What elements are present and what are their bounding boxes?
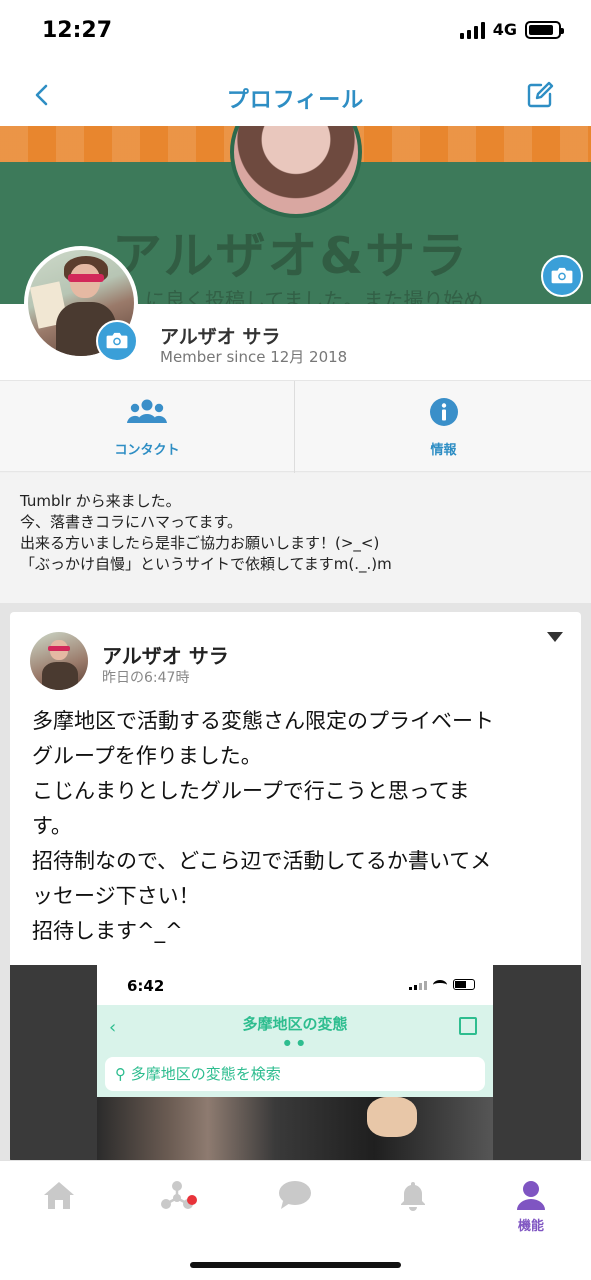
post-text-line: す。: [32, 814, 72, 838]
contacts-icon: [127, 399, 167, 423]
home-icon: [44, 1182, 74, 1209]
cover-subtitle-text: に良く投稿してました。また撮り始め: [145, 288, 484, 304]
contacts-button[interactable]: コンタクト: [0, 381, 295, 473]
embedded-edit-icon: [459, 1017, 477, 1035]
bio-line: 「ぶっかけ自慢」というサイトで依頼してますm(._.)m: [20, 555, 392, 573]
embedded-title: 多摩地区の変態: [242, 1015, 348, 1033]
status-time: 12:27: [42, 18, 113, 43]
home-indicator[interactable]: [190, 1262, 401, 1268]
battery-icon: [525, 20, 564, 39]
avatar-camera-button[interactable]: [96, 320, 138, 362]
camera-icon: [551, 267, 573, 284]
page-title: プロフィール: [226, 88, 365, 113]
status-bar: 12:27 4G: [0, 0, 591, 64]
camera-icon: [106, 332, 128, 349]
post-text-line: 招待制なので、どこら辺で活動してるか書いてメ: [32, 849, 492, 873]
bio-line: 今、落書きコラにハマってます。: [20, 513, 243, 531]
contacts-label: コンタクト: [114, 443, 180, 458]
user-icon: [517, 1181, 545, 1210]
nav-bar: プロフィール: [0, 64, 591, 126]
network-type: 4G: [492, 20, 517, 39]
cover-portrait: [230, 126, 362, 218]
post-text-line: 招待します^_^: [32, 919, 183, 943]
cover-title-text: アルザオ&サラ: [112, 227, 470, 285]
notification-badge: [187, 1195, 197, 1205]
post-text-line: ッセージ下さい！: [32, 884, 200, 908]
tab-notifications[interactable]: [354, 1179, 472, 1239]
cover-camera-button[interactable]: [541, 255, 583, 297]
edit-icon[interactable]: [525, 80, 555, 110]
bio-line: Tumblr から来ました。: [20, 492, 181, 510]
profile-bio: Tumblr から来ました。 今、落書きコラにハマってます。 出来る方いましたら…: [0, 473, 591, 603]
profile-actions: コンタクト 情報: [0, 380, 591, 473]
member-since: Member since 12月 2018: [160, 348, 348, 366]
post-card[interactable]: アルザオ サラ 昨日の6:47時 多摩地区で活動する変態さん限定のプライベート …: [10, 612, 581, 1163]
signal-icon: [459, 21, 485, 39]
post-author-name[interactable]: アルザオ サラ: [102, 640, 229, 669]
embedded-search-placeholder: 多摩地区の変態を検索: [130, 1065, 281, 1083]
info-icon: [429, 398, 458, 426]
post-timestamp: 昨日の6:47時: [102, 670, 190, 686]
post-text-line: 多摩地区で活動する変態さん限定のプライベート: [32, 709, 494, 733]
tab-chat[interactable]: [236, 1179, 354, 1239]
bell-icon: [401, 1182, 425, 1211]
embedded-screenshot: 6:42 ‹ 多摩地区の変態 ● ● ⚲ 多摩地区の変態を検索: [97, 965, 493, 1163]
profile-name: アルザオ サラ: [160, 326, 281, 348]
embedded-status-time: 6:42: [127, 977, 165, 995]
post-image[interactable]: 6:42 ‹ 多摩地区の変態 ● ● ⚲ 多摩地区の変態を検索: [10, 965, 581, 1163]
tab-features-label: 機能: [517, 1219, 544, 1234]
tab-home[interactable]: [0, 1179, 118, 1239]
post-text-line: こじんまりとしたグループで行こうと思ってま: [32, 779, 470, 803]
chat-icon: [279, 1181, 311, 1209]
info-button[interactable]: 情報: [296, 381, 591, 473]
post-author-avatar[interactable]: [30, 632, 88, 690]
bio-line: 出来る方いましたら是非ご協力お願いします！(>_<): [20, 534, 380, 552]
post-body: 多摩地区で活動する変態さん限定のプライベート グループを作りました。 こじんまり…: [32, 704, 572, 949]
post-text-line: グループを作りました。: [32, 744, 262, 768]
embedded-search-icon: ⚲: [115, 1065, 126, 1083]
embedded-search-box: ⚲ 多摩地区の変態を検索: [105, 1057, 485, 1091]
embedded-search-area: ⚲ 多摩地区の変態を検索: [97, 1053, 493, 1097]
embedded-photo: [97, 1097, 493, 1163]
info-label: 情報: [430, 443, 457, 458]
embedded-status-indicators: [409, 979, 475, 990]
embedded-page-dots: ● ●: [283, 1038, 307, 1047]
embedded-nav-bar: ‹ 多摩地区の変態 ● ●: [97, 1005, 493, 1053]
post-menu-chevron-icon[interactable]: [545, 630, 565, 644]
status-indicators: 4G: [459, 20, 564, 39]
tab-network[interactable]: [118, 1179, 236, 1239]
tab-features[interactable]: 機能: [472, 1179, 590, 1239]
